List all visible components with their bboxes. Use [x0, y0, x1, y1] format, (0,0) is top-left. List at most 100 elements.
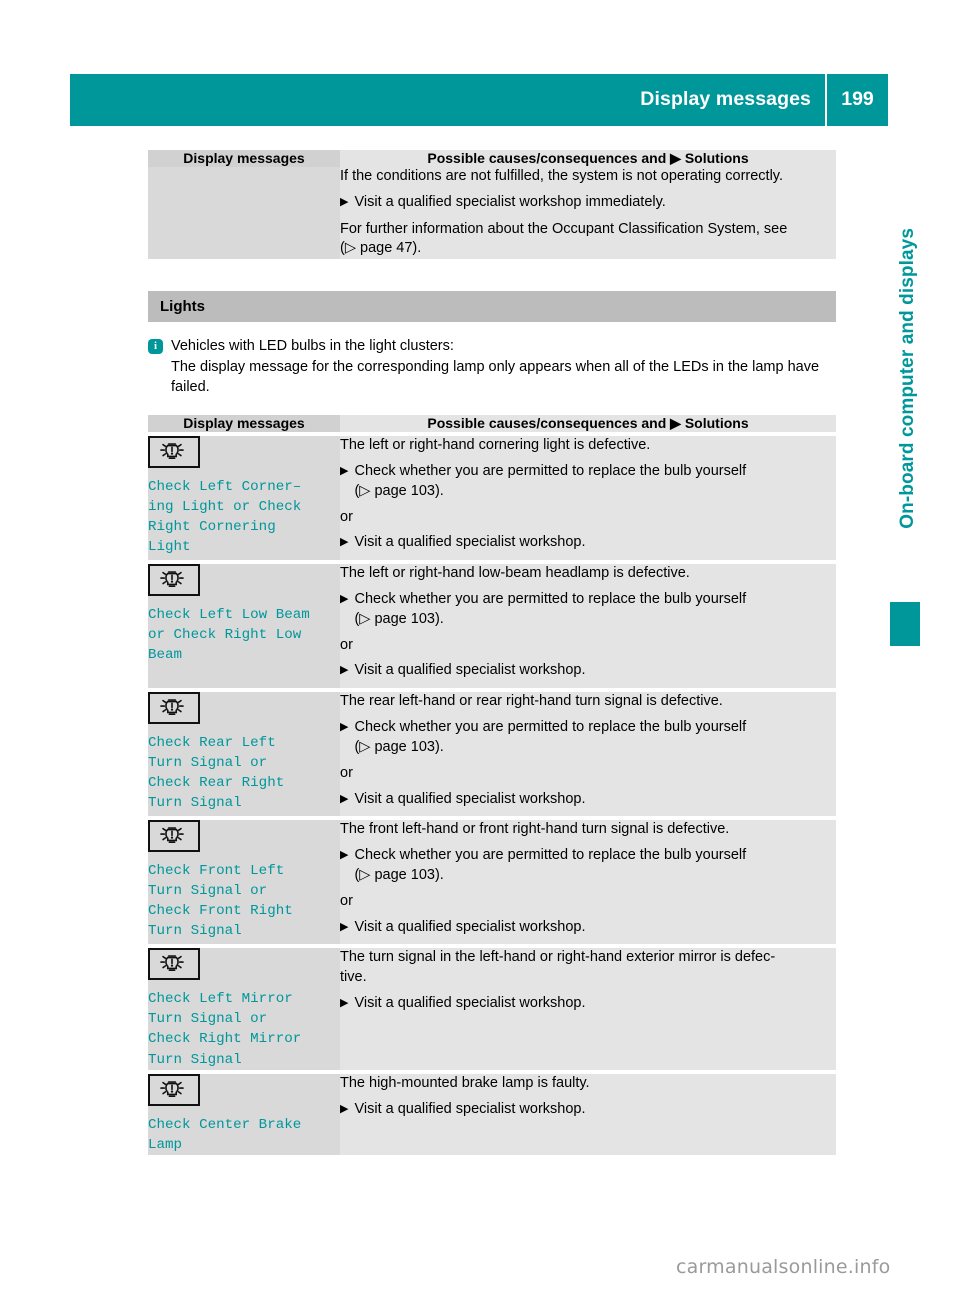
solution-arrow-icon: ▶: [340, 465, 349, 478]
column-header-solutions-suffix: Solutions: [684, 414, 749, 431]
message-line: Check Right Mirror: [148, 1031, 302, 1048]
message-line: Right Cornering: [148, 519, 276, 535]
solution-arrow-icon: ▶: [340, 792, 349, 805]
solution-step-text: Check whether you are permitted to repla…: [354, 846, 836, 885]
message-line: Check Rear Right: [148, 775, 285, 792]
note-first-line: Vehicles with LED bulbs in the light clu…: [171, 337, 454, 354]
display-message-cell: Check Left Corner– ing Light or Check Ri…: [148, 435, 340, 560]
solution-step-text: Visit a qualified specialist workshop.: [354, 1101, 586, 1118]
cause-line2: tive.: [340, 968, 367, 985]
cause-text: The left or right-hand low-beam headlamp…: [340, 564, 690, 581]
solution-step: ▶ Visit a qualified specialist workshop.: [340, 1100, 836, 1119]
display-message-text: Check Left Corner– ing Light or Check Ri…: [148, 477, 340, 558]
solution-cell: The front left-hand or front right-hand …: [340, 820, 836, 945]
cause-text: The left or right-hand cornering light i…: [340, 436, 651, 453]
solution-arrow-icon: ▶: [340, 196, 349, 209]
solution-step: ▶ Visit a qualified specialist workshop.: [340, 533, 836, 552]
chapter-side-tab: On-board computer and displays: [888, 228, 928, 648]
table-header-row: Display messages Possible causes/consequ…: [148, 150, 836, 167]
table-row: Check Left Low Beam or Check Right Low B…: [148, 563, 836, 688]
table-row: Check Center Brake Lamp The high-mounted…: [148, 1073, 836, 1156]
solution-step-text: Visit a qualified specialist workshop.: [354, 790, 586, 807]
table-row: If the conditions are not fulfilled, the…: [148, 167, 836, 259]
page-content: Display messages Possible causes/consequ…: [148, 150, 836, 1156]
solution-cell: The rear left-hand or rear right-hand tu…: [340, 691, 836, 817]
message-line: Beam: [148, 647, 183, 664]
display-message-cell: [148, 167, 340, 259]
message-line: Turn Signal: [148, 1051, 242, 1068]
display-message-cell: Check Center Brake Lamp: [148, 1073, 340, 1156]
display-message-text: Check Left Mirror Turn Signal or Check R…: [148, 989, 340, 1070]
section-heading-lights: Lights: [148, 290, 836, 322]
chapter-side-tab-label: On-board computer and displays: [897, 228, 918, 529]
message-line: Check Center Brake: [148, 1116, 302, 1133]
bulb-warning-icon: [148, 435, 200, 468]
message-line: Turn Signal: [148, 923, 242, 940]
message-line: Turn Signal or: [148, 755, 268, 772]
or-separator: or: [340, 508, 353, 525]
page-number: 199: [841, 88, 874, 111]
cause-text: The rear left-hand or rear right-hand tu…: [340, 692, 723, 709]
bulb-warning-icon: [148, 691, 200, 724]
page-reference: (▷ page 103).: [354, 610, 444, 627]
column-header-display-messages: Display messages: [148, 414, 340, 432]
chapter-tab-marker: [890, 602, 920, 646]
bulb-warning-icon: [148, 820, 200, 853]
display-message-text: Check Front Left Turn Signal or Check Fr…: [148, 861, 340, 942]
display-message-cell: Check Rear Left Turn Signal or Check Rea…: [148, 691, 340, 817]
solution-step-text: Visit a qualified specialist workshop.: [354, 994, 586, 1011]
cause-text: The front left-hand or front right-hand …: [340, 821, 730, 838]
page-reference: (▷ page 103).: [354, 482, 444, 499]
message-line: Turn Signal: [148, 795, 242, 812]
message-line: Check Front Right: [148, 903, 293, 920]
solution-arrow-icon: ▶: [340, 664, 349, 677]
message-line: Check Front Left: [148, 863, 285, 880]
page-reference: (▷ page 103).: [354, 738, 444, 755]
solution-step: ▶ Check whether you are permitted to rep…: [340, 590, 836, 629]
column-header-solutions: Possible causes/consequences and ▶ Solut…: [340, 150, 836, 167]
solution-step: ▶ Check whether you are permitted to rep…: [340, 718, 836, 757]
solution-step: ▶ Check whether you are permitted to rep…: [340, 846, 836, 885]
table-row: Check Left Mirror Turn Signal or Check R…: [148, 948, 836, 1070]
solution-arrow-icon: ▶: [340, 536, 349, 549]
solutions-arrow-icon: ▶: [670, 414, 681, 431]
cause-text: The turn signal in the left-hand or righ…: [340, 948, 836, 987]
or-separator: or: [340, 893, 353, 910]
solution-cell: The high-mounted brake lamp is faulty. ▶…: [340, 1073, 836, 1156]
solution-step-text: Visit a qualified specialist workshop im…: [354, 194, 666, 211]
further-info-text: For further information about the Occupa…: [340, 220, 836, 259]
table-row: Check Rear Left Turn Signal or Check Rea…: [148, 691, 836, 817]
solution-step: ▶ Visit a qualified specialist workshop.: [340, 994, 836, 1013]
message-line: or Check Right Low: [148, 626, 302, 643]
solution-arrow-icon: ▶: [340, 721, 349, 734]
further-info-line1: For further information about the Occupa…: [340, 220, 788, 237]
solution-arrow-icon: ▶: [340, 593, 349, 606]
bulb-warning-icon: [148, 563, 200, 596]
or-separator: or: [340, 765, 353, 782]
column-header-display-messages: Display messages: [148, 150, 340, 167]
solution-step-text: Visit a qualified specialist workshop.: [354, 534, 586, 551]
solution-arrow-icon: ▶: [340, 996, 349, 1009]
table-header-row: Display messages Possible causes/consequ…: [148, 414, 836, 432]
bulb-warning-icon: [148, 1073, 200, 1106]
solution-cell: The left or right-hand low-beam headlamp…: [340, 563, 836, 688]
display-message-cell: Check Front Left Turn Signal or Check Fr…: [148, 820, 340, 945]
message-line: Lamp: [148, 1136, 183, 1153]
page-reference: (▷ page 103).: [354, 866, 444, 883]
column-header-solutions-prefix: Possible causes/consequences and: [427, 414, 667, 431]
column-header-solutions: Possible causes/consequences and ▶ Solut…: [340, 414, 836, 432]
cause-text: If the conditions are not fulfilled, the…: [340, 168, 784, 184]
solution-cell: The left or right-hand cornering light i…: [340, 435, 836, 560]
display-message-cell: Check Left Low Beam or Check Right Low B…: [148, 563, 340, 688]
bulb-warning-icon: [148, 948, 200, 981]
page-title: Display messages: [640, 88, 811, 111]
solution-step-text: Visit a qualified specialist workshop.: [354, 662, 586, 679]
table-row: Check Left Corner– ing Light or Check Ri…: [148, 435, 836, 560]
message-line: ing Light or Check: [148, 498, 302, 515]
page-header: Display messages 199: [70, 74, 888, 126]
display-message-cell: Check Left Mirror Turn Signal or Check R…: [148, 948, 340, 1070]
column-header-solutions-suffix: Solutions: [684, 150, 749, 166]
cause-text: The high-mounted brake lamp is faulty.: [340, 1074, 590, 1091]
solution-arrow-icon: ▶: [340, 920, 349, 933]
solution-step: ▶ Visit a qualified specialist workshop.: [340, 661, 836, 680]
